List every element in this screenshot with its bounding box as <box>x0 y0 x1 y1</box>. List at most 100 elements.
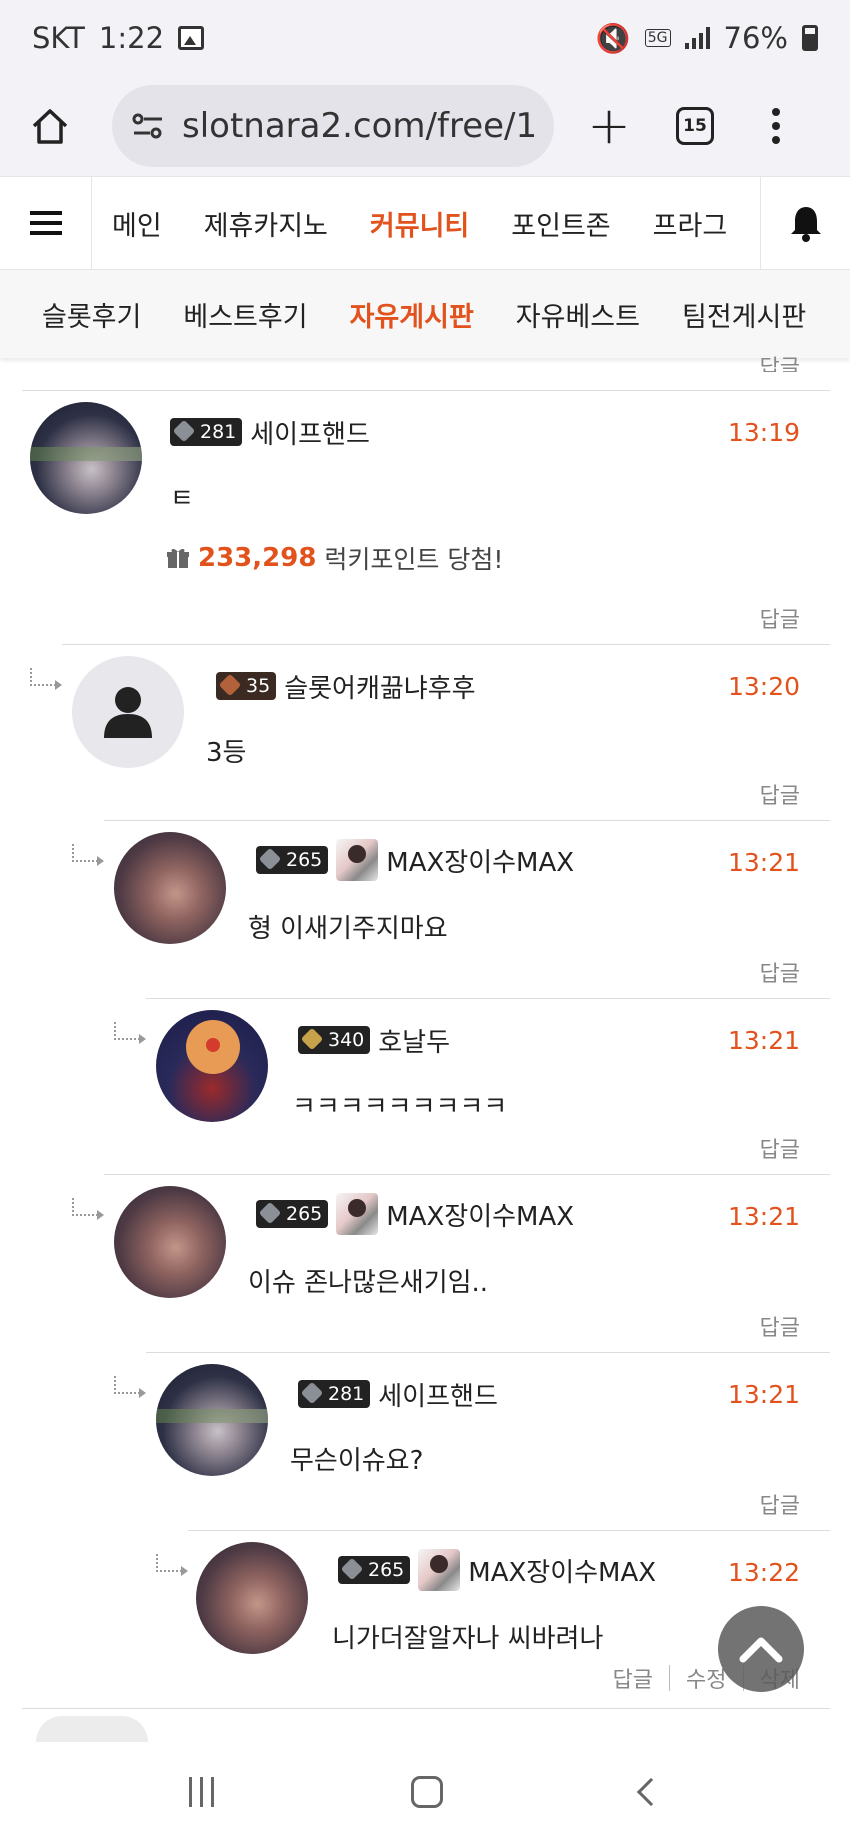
divider <box>188 1530 830 1531</box>
battery-percent: 76% <box>723 21 788 55</box>
divider <box>146 998 830 999</box>
comment-time: 13:20 <box>727 672 800 701</box>
reply-link[interactable]: 답글 <box>613 1662 653 1694</box>
comment-text: 3등 <box>206 738 247 768</box>
comment-meta: 281 세이프핸드 <box>170 414 370 450</box>
board-subnav: 슬롯후기 베스트후기 자유게시판 자유베스트 팀전게시판 <box>0 270 850 358</box>
reply-arrow-icon <box>114 1376 146 1398</box>
scroll-to-top-button[interactable] <box>718 1606 804 1692</box>
nickname[interactable]: MAX장이수MAX <box>386 842 574 879</box>
system-nav-bar <box>0 1742 850 1842</box>
nickname[interactable]: 세이프핸드 <box>250 414 370 451</box>
reply-arrow-icon <box>72 844 104 866</box>
notification-button[interactable] <box>760 176 850 270</box>
nav-item-main[interactable]: 메인 <box>112 204 162 243</box>
user-emblem-icon <box>336 839 379 881</box>
comment-time: 13:19 <box>727 418 800 447</box>
level-badge: 265 <box>338 1556 411 1584</box>
avatar[interactable] <box>114 832 226 944</box>
user-emblem-icon <box>418 1549 461 1591</box>
avatar[interactable] <box>114 1186 226 1298</box>
avatar[interactable] <box>196 1542 308 1654</box>
nav-item-point-zone[interactable]: 포인트존 <box>511 204 610 243</box>
more-menu-button[interactable] <box>772 108 780 144</box>
nickname[interactable]: MAX장이수MAX <box>386 1196 574 1233</box>
nav-item-partner-casino[interactable]: 제휴카지노 <box>204 204 328 243</box>
nav-item-community[interactable]: 커뮤니티 <box>370 204 469 243</box>
nav-item-prag[interactable]: 프라그 <box>653 204 728 243</box>
comment-meta: 265 MAX장이수MAX <box>338 1549 656 1591</box>
level-badge: 281 <box>170 418 243 446</box>
status-bar: SKT 1:22 🔇 5G 76% <box>0 0 850 76</box>
back-button[interactable] <box>636 1777 666 1807</box>
subnav-free-best[interactable]: 자유베스트 <box>516 295 640 334</box>
comment-text: 니가더잘알자나 씨바려나 <box>332 1624 604 1654</box>
network-badge: 5G <box>644 29 671 47</box>
new-tab-button[interactable]: + <box>584 96 634 156</box>
mute-icon: 🔇 <box>595 21 631 55</box>
carrier-label: SKT <box>32 21 85 55</box>
reply-link[interactable]: 답글 <box>760 1310 800 1342</box>
comment-time: 13:22 <box>727 1558 800 1587</box>
subnav-best-review[interactable]: 베스트후기 <box>183 295 307 334</box>
gift-icon <box>167 548 189 568</box>
reply-link[interactable]: 답글 <box>760 956 800 988</box>
comment-meta: 281 세이프핸드 <box>298 1376 498 1412</box>
url-text: slotnara2.com/free/12 <box>182 106 538 146</box>
divider <box>146 1352 830 1353</box>
tab-switcher-button[interactable]: 15 <box>676 107 714 145</box>
subnav-slot-review[interactable]: 슬롯후기 <box>42 295 141 334</box>
avatar[interactable] <box>156 1364 268 1476</box>
bell-icon <box>790 207 821 242</box>
avatar[interactable] <box>36 1716 148 1742</box>
address-bar[interactable]: slotnara2.com/free/12 <box>112 85 554 167</box>
system-home-button[interactable] <box>411 1776 444 1808</box>
divider <box>22 1708 830 1709</box>
reply-link[interactable]: 답글 <box>760 602 800 634</box>
reply-link[interactable]: 답글 <box>760 1488 800 1520</box>
recent-apps-button[interactable] <box>188 1777 214 1807</box>
level-badge: 35 <box>216 672 277 700</box>
chevron-up-icon <box>739 1637 783 1663</box>
home-button[interactable] <box>28 104 72 148</box>
level-badge: 265 <box>256 846 329 874</box>
comment-time: 13:21 <box>727 848 800 877</box>
comment-text: 이슈 존나많은새기임.. <box>248 1268 489 1298</box>
avatar[interactable] <box>30 402 142 514</box>
reply-arrow-icon <box>30 668 62 690</box>
edit-link[interactable]: 수정 <box>686 1662 726 1694</box>
lucky-point-line: 233,298 럭키포인트 당첨! <box>166 540 503 576</box>
level-badge: 265 <box>256 1200 329 1228</box>
comment-text: ㅌ <box>170 484 194 514</box>
lucky-point-amount: 233,298 <box>198 543 317 573</box>
comment-text: 무슨이슈요? <box>290 1446 424 1476</box>
nickname[interactable]: 호날두 <box>378 1022 450 1059</box>
reply-arrow-icon <box>156 1554 188 1576</box>
subnav-team-board[interactable]: 팀전게시판 <box>682 295 806 334</box>
reply-arrow-icon <box>114 1022 146 1044</box>
comment-meta: 35 슬롯어캐끎냐후후 <box>216 668 476 704</box>
comment-time: 13:21 <box>727 1380 800 1409</box>
nickname[interactable]: MAX장이수MAX <box>468 1552 656 1589</box>
avatar[interactable] <box>72 656 184 768</box>
reply-link[interactable]: 답글 <box>760 350 800 372</box>
comment-time: 13:21 <box>727 1202 800 1231</box>
comment-meta: 265 MAX장이수MAX <box>256 839 574 881</box>
action-divider <box>669 1665 671 1691</box>
avatar[interactable] <box>156 1010 268 1122</box>
gallery-icon <box>178 26 205 50</box>
divider <box>104 820 830 821</box>
nickname[interactable]: 슬롯어캐끎냐후후 <box>284 668 475 705</box>
menu-icon[interactable] <box>0 176 92 270</box>
divider <box>62 644 830 645</box>
reply-link[interactable]: 답글 <box>760 1132 800 1164</box>
lucky-point-text: 럭키포인트 당첨! <box>324 545 504 574</box>
battery-icon <box>802 25 818 51</box>
divider <box>104 1174 830 1175</box>
reply-link[interactable]: 답글 <box>760 778 800 810</box>
level-badge: 281 <box>298 1380 371 1408</box>
nickname[interactable]: 세이프핸드 <box>378 1376 498 1413</box>
divider <box>22 390 830 391</box>
subnav-free-board[interactable]: 자유게시판 <box>350 295 474 334</box>
site-settings-icon[interactable] <box>130 111 166 141</box>
